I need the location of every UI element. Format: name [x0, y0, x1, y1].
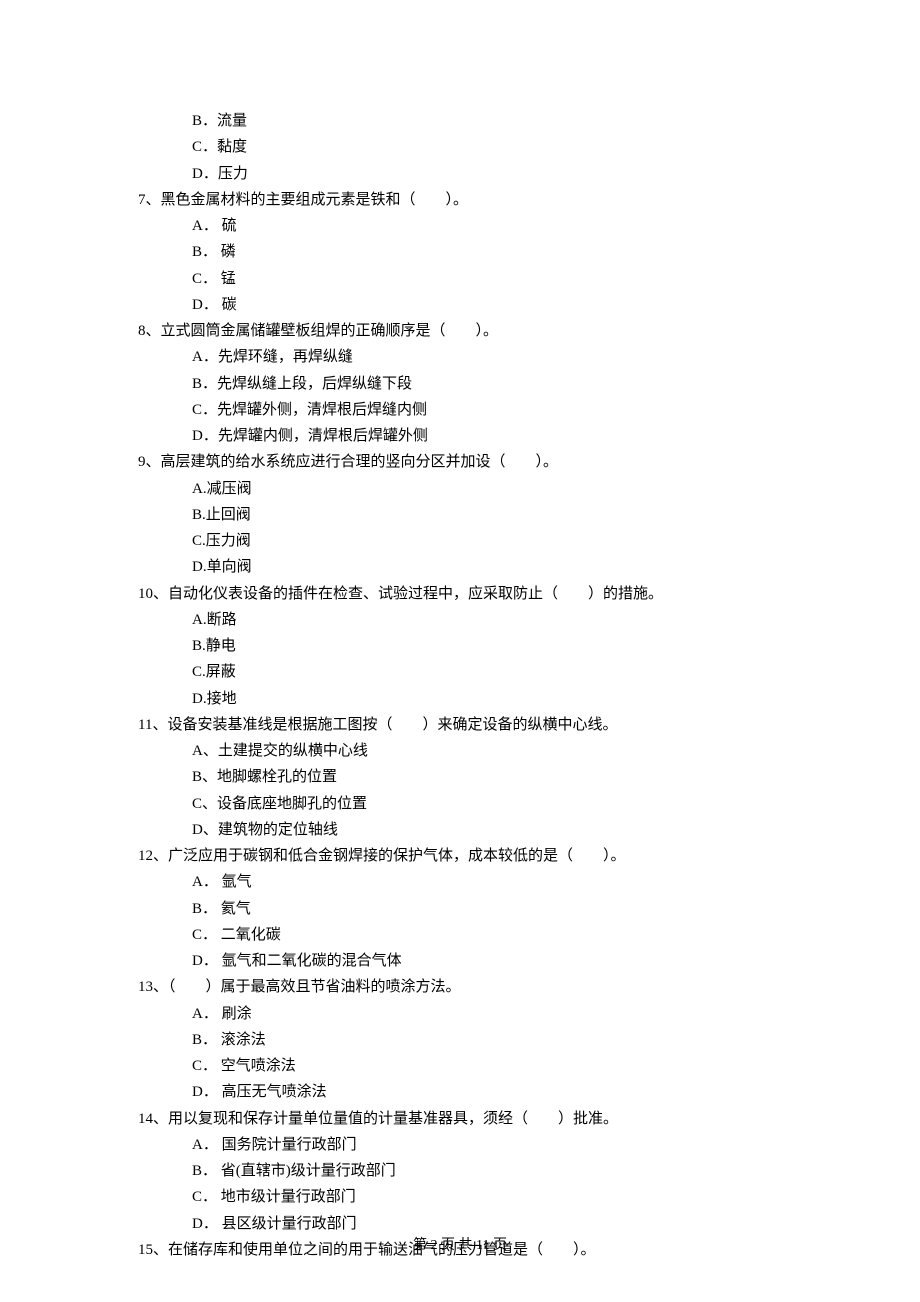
option-text: B.静电 — [192, 633, 820, 659]
option-text: A.减压阀 — [192, 476, 820, 502]
option-text: A．先焊环缝，再焊纵缝 — [192, 344, 820, 370]
option-text: A、土建提交的纵横中心线 — [192, 738, 820, 764]
option-text: B、地脚螺栓孔的位置 — [192, 764, 820, 790]
option-text: C.屏蔽 — [192, 659, 820, 685]
option-text: B． 滚涂法 — [192, 1027, 820, 1053]
question-stem: 11、设备安装基准线是根据施工图按（ ）来确定设备的纵横中心线。 — [138, 712, 820, 738]
option-text: D.接地 — [192, 686, 820, 712]
option-text: C． 地市级计量行政部门 — [192, 1184, 820, 1210]
option-text: C． 锰 — [192, 266, 820, 292]
option-text: A． 氩气 — [192, 869, 820, 895]
option-text: B．流量 — [192, 108, 820, 134]
option-text: B． 磷 — [192, 239, 820, 265]
option-text: D． 碳 — [192, 292, 820, 318]
option-text: D.单向阀 — [192, 554, 820, 580]
option-text: C． 二氧化碳 — [192, 922, 820, 948]
question-stem: 14、用以复现和保存计量单位量值的计量基准器具，须经（ ）批准。 — [138, 1106, 820, 1132]
question-stem: 7、黑色金属材料的主要组成元素是铁和（ ）。 — [138, 187, 820, 213]
option-text: A． 国务院计量行政部门 — [192, 1132, 820, 1158]
document-body: B．流量C．黏度D．压力7、黑色金属材料的主要组成元素是铁和（ ）。A． 硫B．… — [138, 108, 820, 1263]
option-text: D、建筑物的定位轴线 — [192, 817, 820, 843]
option-text: D．压力 — [192, 161, 820, 187]
page-footer: 第 2 页 共 11 页 — [0, 1234, 920, 1259]
option-text: D． 高压无气喷涂法 — [192, 1079, 820, 1105]
option-text: C．黏度 — [192, 134, 820, 160]
option-text: A.断路 — [192, 607, 820, 633]
option-text: D． 氩气和二氧化碳的混合气体 — [192, 948, 820, 974]
option-text: A． 硫 — [192, 213, 820, 239]
option-text: A． 刷涂 — [192, 1001, 820, 1027]
option-text: B． 氦气 — [192, 896, 820, 922]
question-stem: 10、自动化仪表设备的插件在检查、试验过程中，应采取防止（ ）的措施。 — [138, 581, 820, 607]
option-text: B．先焊纵缝上段，后焊纵缝下段 — [192, 371, 820, 397]
option-text: C.压力阀 — [192, 528, 820, 554]
option-text: D．先焊罐内侧，清焊根后焊罐外侧 — [192, 423, 820, 449]
option-text: C． 空气喷涂法 — [192, 1053, 820, 1079]
option-text: C、设备底座地脚孔的位置 — [192, 791, 820, 817]
option-text: B.止回阀 — [192, 502, 820, 528]
question-stem: 12、广泛应用于碳钢和低合金钢焊接的保护气体，成本较低的是（ ）。 — [138, 843, 820, 869]
option-text: B． 省(直辖市)级计量行政部门 — [192, 1158, 820, 1184]
question-stem: 8、立式圆筒金属储罐壁板组焊的正确顺序是（ ）。 — [138, 318, 820, 344]
question-stem: 9、高层建筑的给水系统应进行合理的竖向分区并加设（ ）。 — [138, 449, 820, 475]
question-stem: 13、（ ）属于最高效且节省油料的喷涂方法。 — [138, 974, 820, 1000]
option-text: C．先焊罐外侧，清焊根后焊缝内侧 — [192, 397, 820, 423]
